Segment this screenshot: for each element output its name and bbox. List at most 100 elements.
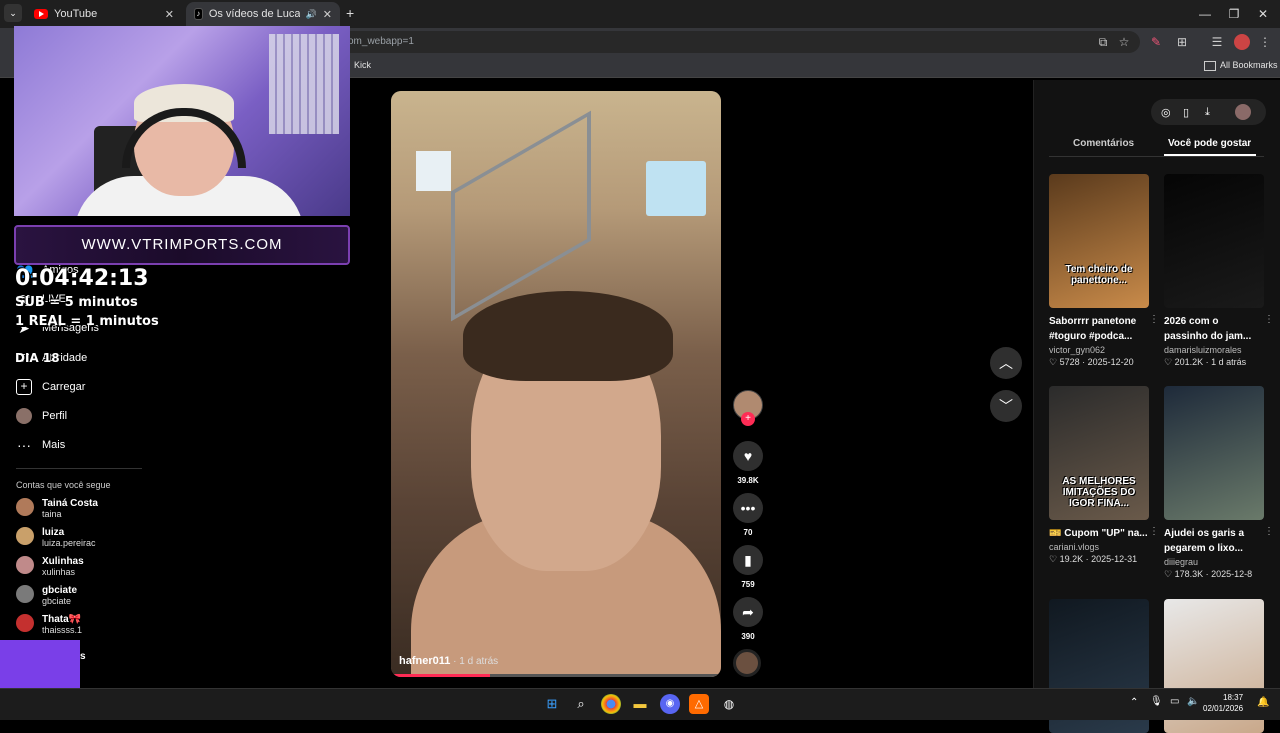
menu-dots-icon[interactable]: ⋮ [1257, 34, 1273, 50]
card-username[interactable]: diiiegrau [1164, 557, 1274, 567]
suggestion-card[interactable]: AS MELHORES IMITAÇÕES DO IGOR FINA... 🎫 C… [1049, 386, 1159, 565]
app-icon[interactable]: △ [689, 694, 709, 714]
share-action[interactable]: ➦ 390 [733, 597, 763, 641]
webcam-overlay [14, 26, 350, 216]
sidebar-item-label: Mais [42, 439, 66, 451]
card-more-icon[interactable]: ⋮ [1264, 526, 1274, 556]
close-window-button[interactable]: ✕ [1248, 4, 1278, 24]
bookmark-kick[interactable]: Kick [354, 60, 371, 70]
suggestion-card[interactable]: Ajudei os garis a pegarem o lixo... ⋮ diii… [1164, 386, 1274, 580]
file-explorer-icon[interactable]: ▬ [630, 694, 650, 714]
phone-icon[interactable]: ▯ [1183, 106, 1189, 119]
profile-avatar-icon[interactable] [1234, 34, 1250, 50]
clock-date: 02/01/2026 [1203, 704, 1244, 713]
chrome-icon[interactable] [601, 694, 621, 714]
video-thumbnail[interactable] [1164, 386, 1264, 520]
card-username[interactable]: cariani.vlogs [1049, 542, 1159, 552]
card-more-icon[interactable]: ⋮ [1149, 314, 1159, 344]
subathon-timer: 0:04:42:13 [15, 266, 149, 291]
minimize-button[interactable]: — [1190, 4, 1220, 24]
install-app-icon[interactable]: ⧉ [1095, 34, 1111, 50]
sidebar-item-more[interactable]: ··· Mais [16, 437, 65, 453]
following-name: luiza [42, 527, 65, 538]
suggestion-card[interactable]: Tem cheiro de panettone... Saborrrr panet… [1049, 174, 1159, 368]
speaker-icon[interactable]: 🔊 [306, 9, 317, 20]
tray-chevron-icon[interactable]: ⌃ [1130, 697, 1138, 708]
following-name: Tainá Costa [42, 498, 98, 509]
card-username[interactable]: victor_gyn062 [1049, 345, 1159, 355]
new-tab-button[interactable]: + [346, 5, 354, 21]
following-item[interactable]: gbciate gbciate [16, 585, 77, 606]
download-icon[interactable]: ⤓ [1205, 106, 1210, 119]
puzzle-icon[interactable]: ⊞ [1174, 34, 1190, 50]
tab-suggestions[interactable]: Você pode gostar [1168, 138, 1251, 149]
reading-list-icon[interactable]: ☰ [1209, 34, 1225, 50]
tab-tiktok[interactable]: ♪ Os vídeos de Lucas Hafner 🔊 ✕ [186, 2, 340, 26]
blue-cooler [646, 161, 706, 216]
video-thumbnail[interactable] [1164, 174, 1264, 308]
network-icon[interactable]: ▭ [1170, 696, 1179, 707]
close-tab-icon[interactable]: ✕ [323, 8, 332, 21]
suggestion-card[interactable]: 2026 com o passinho do jam... ⋮ damarislui… [1164, 174, 1274, 368]
restore-button[interactable]: ❐ [1219, 4, 1249, 24]
mic-icon[interactable]: 🎙 [1150, 696, 1163, 707]
browser-tab-strip: ⌄ YouTube ✕ ♪ Os vídeos de Lucas Hafner … [0, 0, 1280, 28]
creator-avatar[interactable]: + [733, 390, 763, 434]
following-item[interactable]: Thata🎀 thaissss.1 [16, 614, 82, 635]
card-title: 🎫 Cupom "UP" na... [1049, 528, 1148, 539]
bookmark-icon[interactable]: ▮ [733, 545, 763, 575]
card-username[interactable]: damarisluizmorales [1164, 345, 1274, 355]
save-action[interactable]: ▮ 759 [733, 545, 763, 589]
close-tab-icon[interactable]: ✕ [165, 8, 174, 21]
volume-icon[interactable]: 🔈 [1187, 696, 1199, 707]
sidebar-item-profile[interactable]: Perfil [16, 408, 67, 424]
windows-start-icon[interactable]: ⊞ [542, 694, 562, 714]
bookmark-all[interactable]: All Bookmarks [1220, 60, 1278, 70]
video-progress-bar[interactable] [391, 674, 721, 677]
video-date: · 1 d atrás [450, 656, 499, 667]
extension-pen-icon[interactable]: ✎ [1148, 34, 1164, 50]
following-text: gbciate gbciate [42, 585, 77, 606]
tab-comments[interactable]: Comentários [1073, 138, 1134, 149]
share-icon[interactable]: ➦ [733, 597, 763, 627]
video-thumbnail[interactable]: Tem cheiro de panettone... [1049, 174, 1149, 308]
notification-icon[interactable]: 🔔 [1257, 697, 1269, 708]
card-meta: ♡ 178.3K · 2025-12-8 [1164, 569, 1253, 579]
video-author[interactable]: hafner011 [399, 655, 450, 667]
following-item[interactable]: Xulinhas xulinhas [16, 556, 84, 577]
user-avatar[interactable] [1235, 104, 1251, 120]
previous-video-button[interactable]: ︿ [990, 347, 1022, 379]
sound-disc[interactable] [733, 649, 763, 677]
obs-icon[interactable]: ◍ [719, 694, 739, 714]
tab-search-icon[interactable]: ⌄ [4, 4, 22, 22]
compass-icon[interactable]: ◎ [1161, 106, 1171, 119]
next-video-button[interactable]: ﹀ [990, 390, 1022, 422]
comment-action[interactable]: ••• 70 [733, 493, 763, 537]
star-icon[interactable]: ☆ [1116, 34, 1132, 50]
comment-icon[interactable]: ••• [733, 493, 763, 523]
person-hair [463, 291, 673, 381]
like-action[interactable]: ♥ 39.8K [733, 441, 763, 485]
following-username: luiza.pereirac [42, 538, 96, 548]
see-more-label[interactable]: s [80, 651, 86, 662]
search-icon[interactable]: ⌕ [571, 694, 591, 714]
following-item[interactable]: Tainá Costa taina [16, 498, 98, 519]
card-more-icon[interactable]: ⋮ [1149, 526, 1159, 541]
following-item[interactable]: luiza luiza.pereirac [16, 527, 96, 548]
heart-icon: ♡ [1164, 357, 1173, 367]
video-progress-fill [391, 674, 490, 677]
video-thumbnail[interactable]: AS MELHORES IMITAÇÕES DO IGOR FINA... [1049, 386, 1149, 520]
discord-icon[interactable]: ◉ [660, 694, 680, 714]
system-clock[interactable]: 18:37 02/01/2026 [1203, 692, 1243, 714]
day-counter: DIA 18 [15, 351, 60, 365]
clock-time: 18:37 [1223, 693, 1244, 702]
address-bar[interactable]: om_webapp=1 [340, 31, 1140, 53]
sidebar-item-upload[interactable]: + Carregar [16, 379, 85, 395]
following-username: taina [42, 509, 62, 519]
tab-youtube[interactable]: YouTube ✕ [26, 2, 182, 26]
card-more-icon[interactable]: ⋮ [1264, 314, 1274, 344]
video-player[interactable]: hafner011 · 1 d atrás [391, 91, 721, 677]
sub-rule-text: SUB = 5 minutos [15, 295, 138, 310]
heart-icon[interactable]: ♥ [733, 441, 763, 471]
follow-plus-icon[interactable]: + [741, 412, 755, 426]
